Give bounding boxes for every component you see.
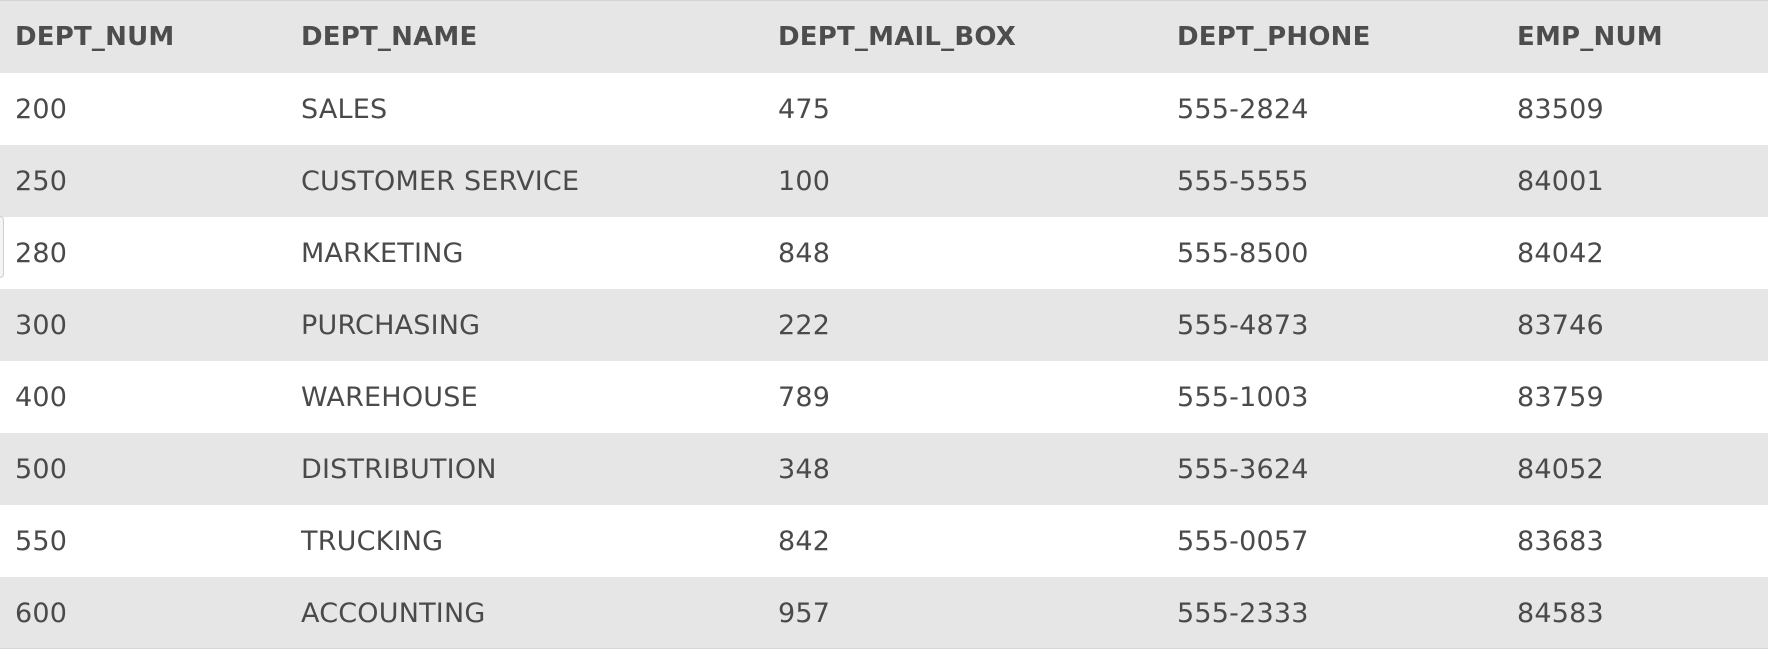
cell-dept-name: DISTRIBUTION [301, 453, 497, 485]
data-table: DEPT_NUM DEPT_NAME DEPT_MAIL_BOX DEPT_PH… [0, 0, 1768, 649]
cell-emp-num: 83683 [1517, 525, 1604, 557]
cell-dept-mail-box: 100 [778, 165, 831, 197]
table-row: 200 SALES 475 555-2824 83509 [0, 73, 1768, 145]
table-bottom-border [0, 648, 1768, 649]
cell-dept-num: 400 [15, 381, 68, 413]
cell-dept-phone: 555-0057 [1177, 525, 1309, 557]
table-row: 500 DISTRIBUTION 348 555-3624 84052 [0, 433, 1768, 505]
cell-dept-num: 200 [15, 93, 68, 125]
cell-emp-num: 83759 [1517, 381, 1604, 413]
cell-dept-name: WAREHOUSE [301, 381, 478, 413]
table-row: 400 WAREHOUSE 789 555-1003 83759 [0, 361, 1768, 433]
column-header-dept-mail-box[interactable]: DEPT_MAIL_BOX [778, 22, 1177, 52]
table-row: 300 PURCHASING 222 555-4873 83746 [0, 289, 1768, 361]
column-header-dept-phone[interactable]: DEPT_PHONE [1177, 22, 1517, 52]
cell-dept-num: 250 [15, 165, 68, 197]
cell-dept-mail-box: 222 [778, 309, 831, 341]
column-header-emp-num[interactable]: EMP_NUM [1517, 22, 1768, 52]
cell-dept-mail-box: 348 [778, 453, 831, 485]
cell-dept-num: 550 [15, 525, 68, 557]
table-row: 550 TRUCKING 842 555-0057 83683 [0, 505, 1768, 577]
cell-dept-num: 300 [15, 309, 68, 341]
cell-emp-num: 84042 [1517, 237, 1604, 269]
column-header-dept-name[interactable]: DEPT_NAME [301, 22, 778, 52]
cell-dept-name: TRUCKING [301, 525, 444, 557]
cell-dept-phone: 555-2333 [1177, 597, 1309, 629]
cell-dept-mail-box: 842 [778, 525, 831, 557]
cell-emp-num: 84583 [1517, 597, 1604, 629]
cell-dept-name: SALES [301, 93, 388, 125]
table-header-row: DEPT_NUM DEPT_NAME DEPT_MAIL_BOX DEPT_PH… [0, 1, 1768, 73]
cell-dept-name: ACCOUNTING [301, 597, 486, 629]
cell-emp-num: 84052 [1517, 453, 1604, 485]
table-row: 250 CUSTOMER SERVICE 100 555-5555 84001 [0, 145, 1768, 217]
cell-dept-phone: 555-2824 [1177, 93, 1309, 125]
cell-emp-num: 83509 [1517, 93, 1604, 125]
cell-dept-phone: 555-4873 [1177, 309, 1309, 341]
column-header-dept-num[interactable]: DEPT_NUM [0, 22, 301, 52]
cell-dept-num: 280 [15, 237, 68, 269]
cell-dept-name: MARKETING [301, 237, 464, 269]
cell-dept-mail-box: 475 [778, 93, 831, 125]
cell-dept-mail-box: 789 [778, 381, 831, 413]
cell-dept-name: PURCHASING [301, 309, 481, 341]
cell-dept-name: CUSTOMER SERVICE [301, 165, 580, 197]
cell-dept-phone: 555-8500 [1177, 237, 1309, 269]
cell-dept-phone: 555-5555 [1177, 165, 1309, 197]
cell-emp-num: 84001 [1517, 165, 1604, 197]
cell-emp-num: 83746 [1517, 309, 1604, 341]
cell-dept-phone: 555-3624 [1177, 453, 1309, 485]
cell-dept-mail-box: 848 [778, 237, 831, 269]
cell-dept-phone: 555-1003 [1177, 381, 1309, 413]
table-row: 600 ACCOUNTING 957 555-2333 84583 [0, 577, 1768, 649]
cell-dept-mail-box: 957 [778, 597, 831, 629]
resize-handle[interactable] [0, 216, 4, 278]
cell-dept-num: 500 [15, 453, 68, 485]
table-row: 280 MARKETING 848 555-8500 84042 [0, 217, 1768, 289]
cell-dept-num: 600 [15, 597, 68, 629]
